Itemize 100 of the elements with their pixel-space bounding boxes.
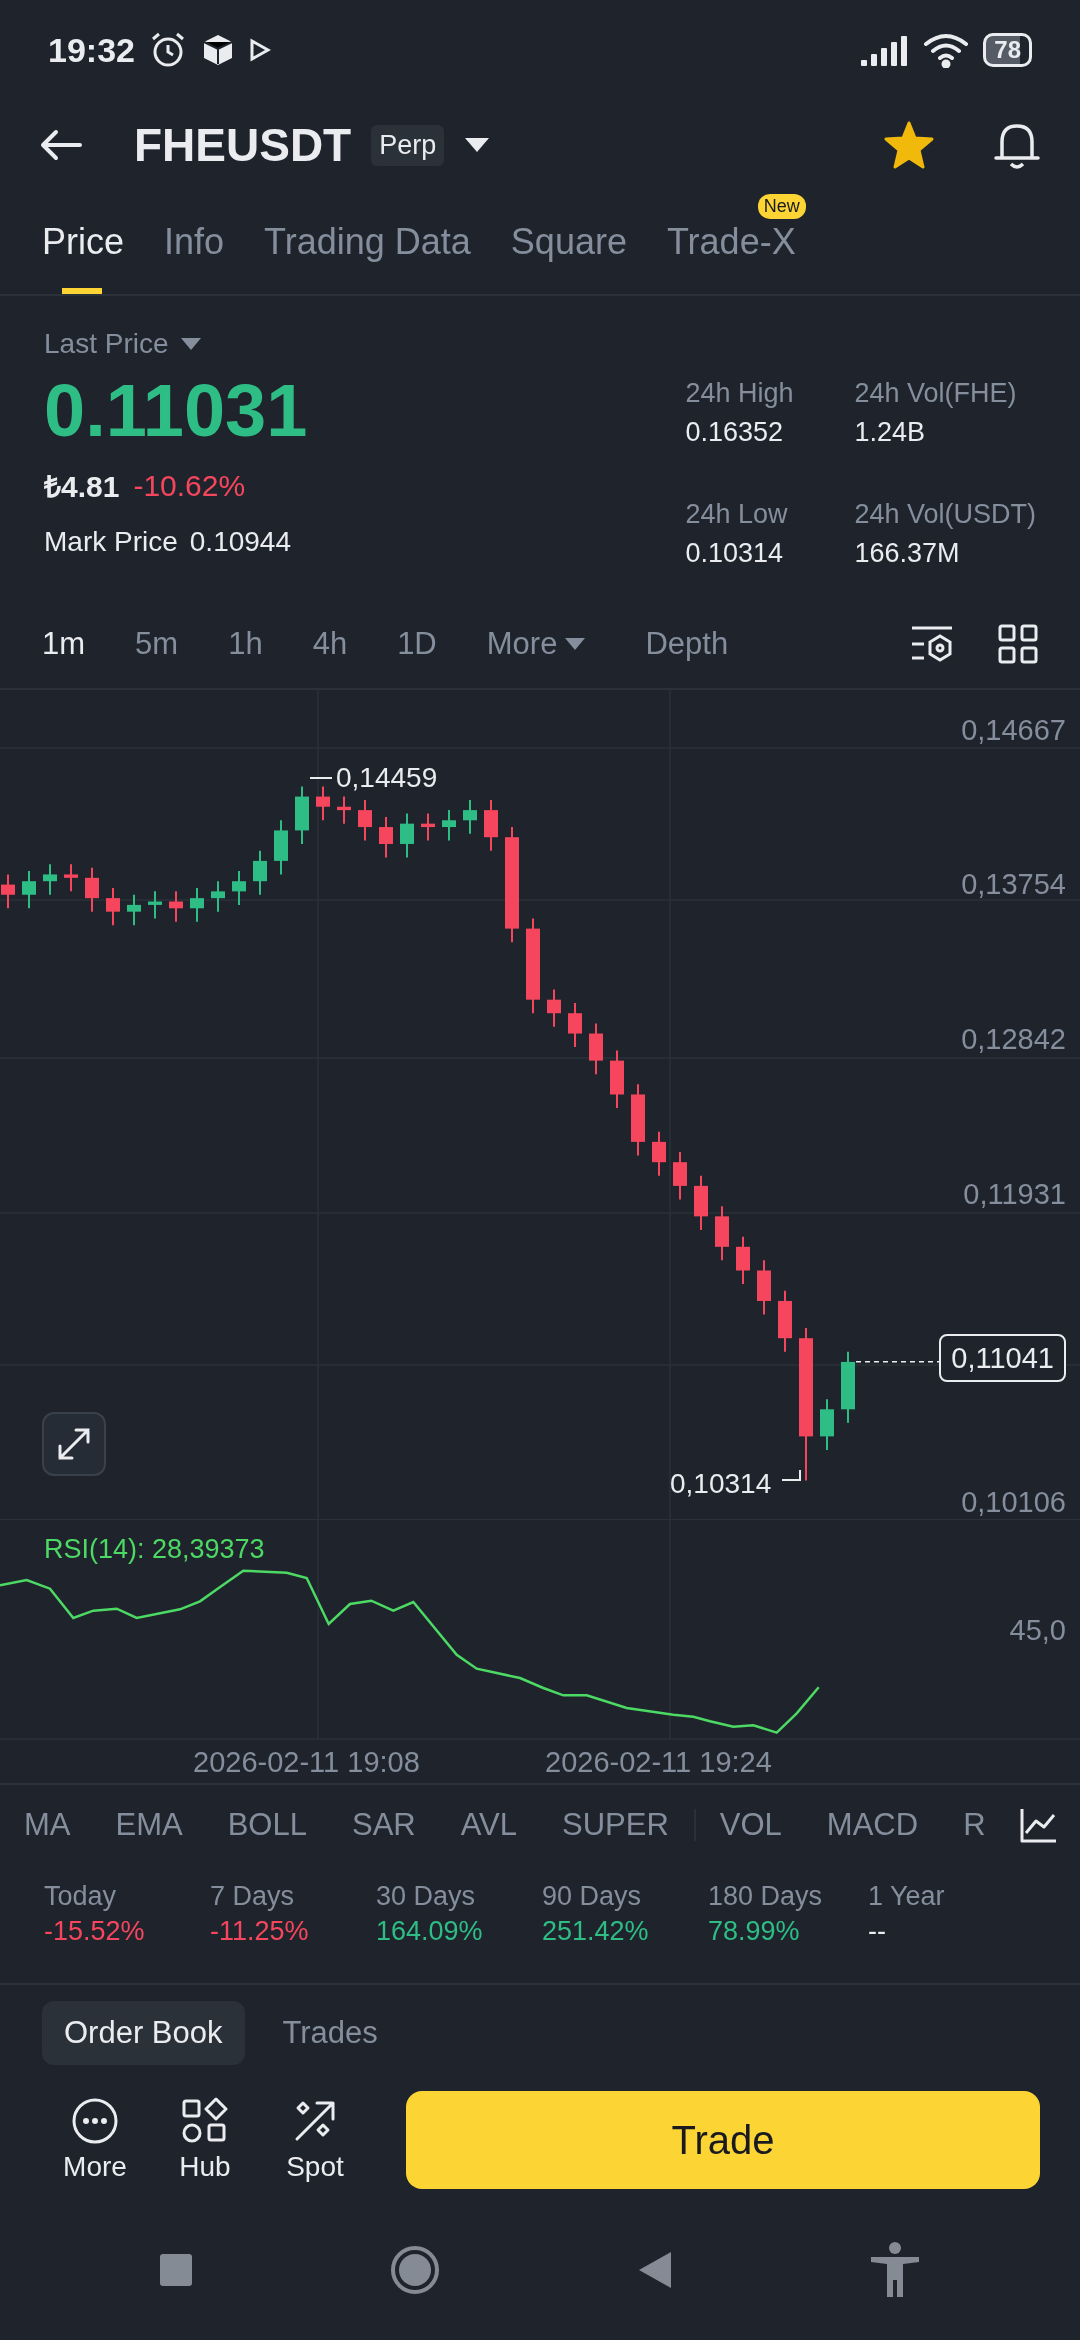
indicator-tab[interactable]: MACD <box>826 1807 919 1843</box>
tab[interactable]: Price <box>42 224 125 260</box>
period-label: Today <box>44 1881 118 1912</box>
candle <box>1 873 15 910</box>
candle <box>736 1235 750 1286</box>
battery-indicator: 78 <box>983 33 1032 67</box>
tab[interactable]: Trade-X <box>666 224 796 260</box>
period-change: -11.25% <box>210 1916 310 1947</box>
home-icon[interactable] <box>390 2245 441 2295</box>
candle <box>274 819 288 876</box>
price-axis-label: 0,11931 <box>963 1178 1066 1210</box>
book-tab[interactable]: Order Book <box>42 2000 245 2065</box>
low-price-marker: 0,10314 <box>670 1468 772 1499</box>
candle <box>190 887 204 923</box>
wifi-icon <box>923 32 970 68</box>
candle <box>232 870 246 906</box>
high-price-marker: 0,14459 <box>336 762 438 793</box>
rsi-label: RSI(14): 28,39373 <box>44 1534 265 1564</box>
indicator-tab[interactable]: SUPER <box>562 1807 669 1843</box>
local-price: ₺4.81 <box>44 469 120 505</box>
dropdown-caret-icon[interactable] <box>464 137 491 153</box>
indicator-tab[interactable]: AVL <box>460 1807 517 1843</box>
candle <box>484 798 498 852</box>
candle <box>253 849 267 896</box>
candle <box>211 880 225 913</box>
period-label: 30 Days <box>376 1881 477 1912</box>
play-icon <box>248 38 271 62</box>
interval-tab[interactable]: 1h <box>228 626 263 662</box>
action-button[interactable]: Hub <box>150 2097 260 2183</box>
candle <box>337 795 351 825</box>
candle <box>673 1151 687 1201</box>
candle <box>757 1259 771 1316</box>
interval-tab[interactable]: 5m <box>135 626 179 662</box>
expand-icon <box>56 1426 92 1462</box>
back-icon[interactable] <box>637 2251 672 2289</box>
candle <box>169 890 183 923</box>
tab[interactable]: Square <box>510 224 627 260</box>
trade-button[interactable]: Trade <box>406 2091 1040 2189</box>
indicator-tab[interactable]: VOL <box>719 1807 782 1843</box>
indicator-tab[interactable]: R <box>963 1807 986 1843</box>
mark-price-label: Mark Price <box>44 526 178 558</box>
back-arrow-icon[interactable] <box>40 129 82 161</box>
candle <box>463 798 477 835</box>
period-label: 7 Days <box>210 1881 296 1912</box>
depth-tab[interactable]: Depth <box>645 626 729 662</box>
interval-tab[interactable]: More <box>486 626 586 662</box>
caret-icon <box>565 638 586 650</box>
time-axis-label: 2026-02-11 19:24 <box>545 1746 772 1778</box>
tab[interactable]: Trading Data <box>264 224 471 260</box>
interval-tab[interactable]: 4h <box>312 626 348 662</box>
chart-settings-icon[interactable] <box>910 624 954 664</box>
action-button[interactable]: Spot <box>260 2097 370 2183</box>
candle <box>22 870 36 910</box>
symbol-title[interactable]: FHEUSDT <box>134 118 352 172</box>
contract-badge: Perp <box>371 124 445 166</box>
indicator-tab[interactable]: EMA <box>115 1807 183 1843</box>
candle <box>421 812 435 842</box>
candle <box>547 988 561 1028</box>
period-change: 78.99% <box>708 1916 801 1947</box>
stat-label: 24h Vol(USDT) <box>854 499 1036 530</box>
candle <box>400 812 414 859</box>
mark-price: 0.10944 <box>189 526 291 558</box>
accessibility-icon[interactable] <box>869 2242 922 2298</box>
candle <box>778 1289 792 1353</box>
indicator-tab[interactable]: SAR <box>351 1807 416 1843</box>
candle <box>715 1205 729 1262</box>
candle <box>295 785 309 845</box>
action-button[interactable]: More <box>40 2097 150 2183</box>
time-axis-label: 2026-02-11 19:08 <box>193 1746 420 1778</box>
book-tab[interactable]: Trades <box>260 2000 400 2065</box>
period-change: 251.42% <box>542 1916 650 1947</box>
price-type-label[interactable]: Last Price <box>44 328 169 360</box>
leader-line <box>781 1469 801 1481</box>
candle <box>820 1398 834 1451</box>
period-change: -- <box>868 1916 887 1947</box>
period-change: 164.09% <box>376 1916 484 1947</box>
line-chart-icon[interactable] <box>1020 1807 1058 1843</box>
star-icon[interactable] <box>884 121 934 169</box>
indicator-tab[interactable]: MA <box>24 1807 71 1843</box>
recents-icon[interactable] <box>158 2253 193 2287</box>
stat-value: 0.16352 <box>685 417 785 448</box>
interval-tab[interactable]: 1D <box>397 626 437 662</box>
stat-label: 24h Vol(FHE) <box>854 378 1018 409</box>
stat-value: 1.24B <box>854 417 926 448</box>
indicator-tab[interactable]: BOLL <box>227 1807 307 1843</box>
signal-icon <box>861 34 910 66</box>
candle <box>610 1049 624 1109</box>
candle <box>106 887 120 927</box>
candle <box>694 1174 708 1231</box>
expand-button[interactable] <box>42 1412 106 1476</box>
active-tab-indicator <box>62 288 102 294</box>
interval-tab[interactable]: 1m <box>42 626 86 662</box>
period-label: 180 Days <box>708 1881 824 1912</box>
candle <box>358 798 372 842</box>
leader-line <box>309 777 333 779</box>
candle <box>64 863 78 893</box>
tab[interactable]: Info <box>164 224 225 260</box>
candle <box>568 1002 582 1049</box>
grid-layout-icon[interactable] <box>998 624 1038 664</box>
stat-label: 24h Low <box>685 499 789 530</box>
